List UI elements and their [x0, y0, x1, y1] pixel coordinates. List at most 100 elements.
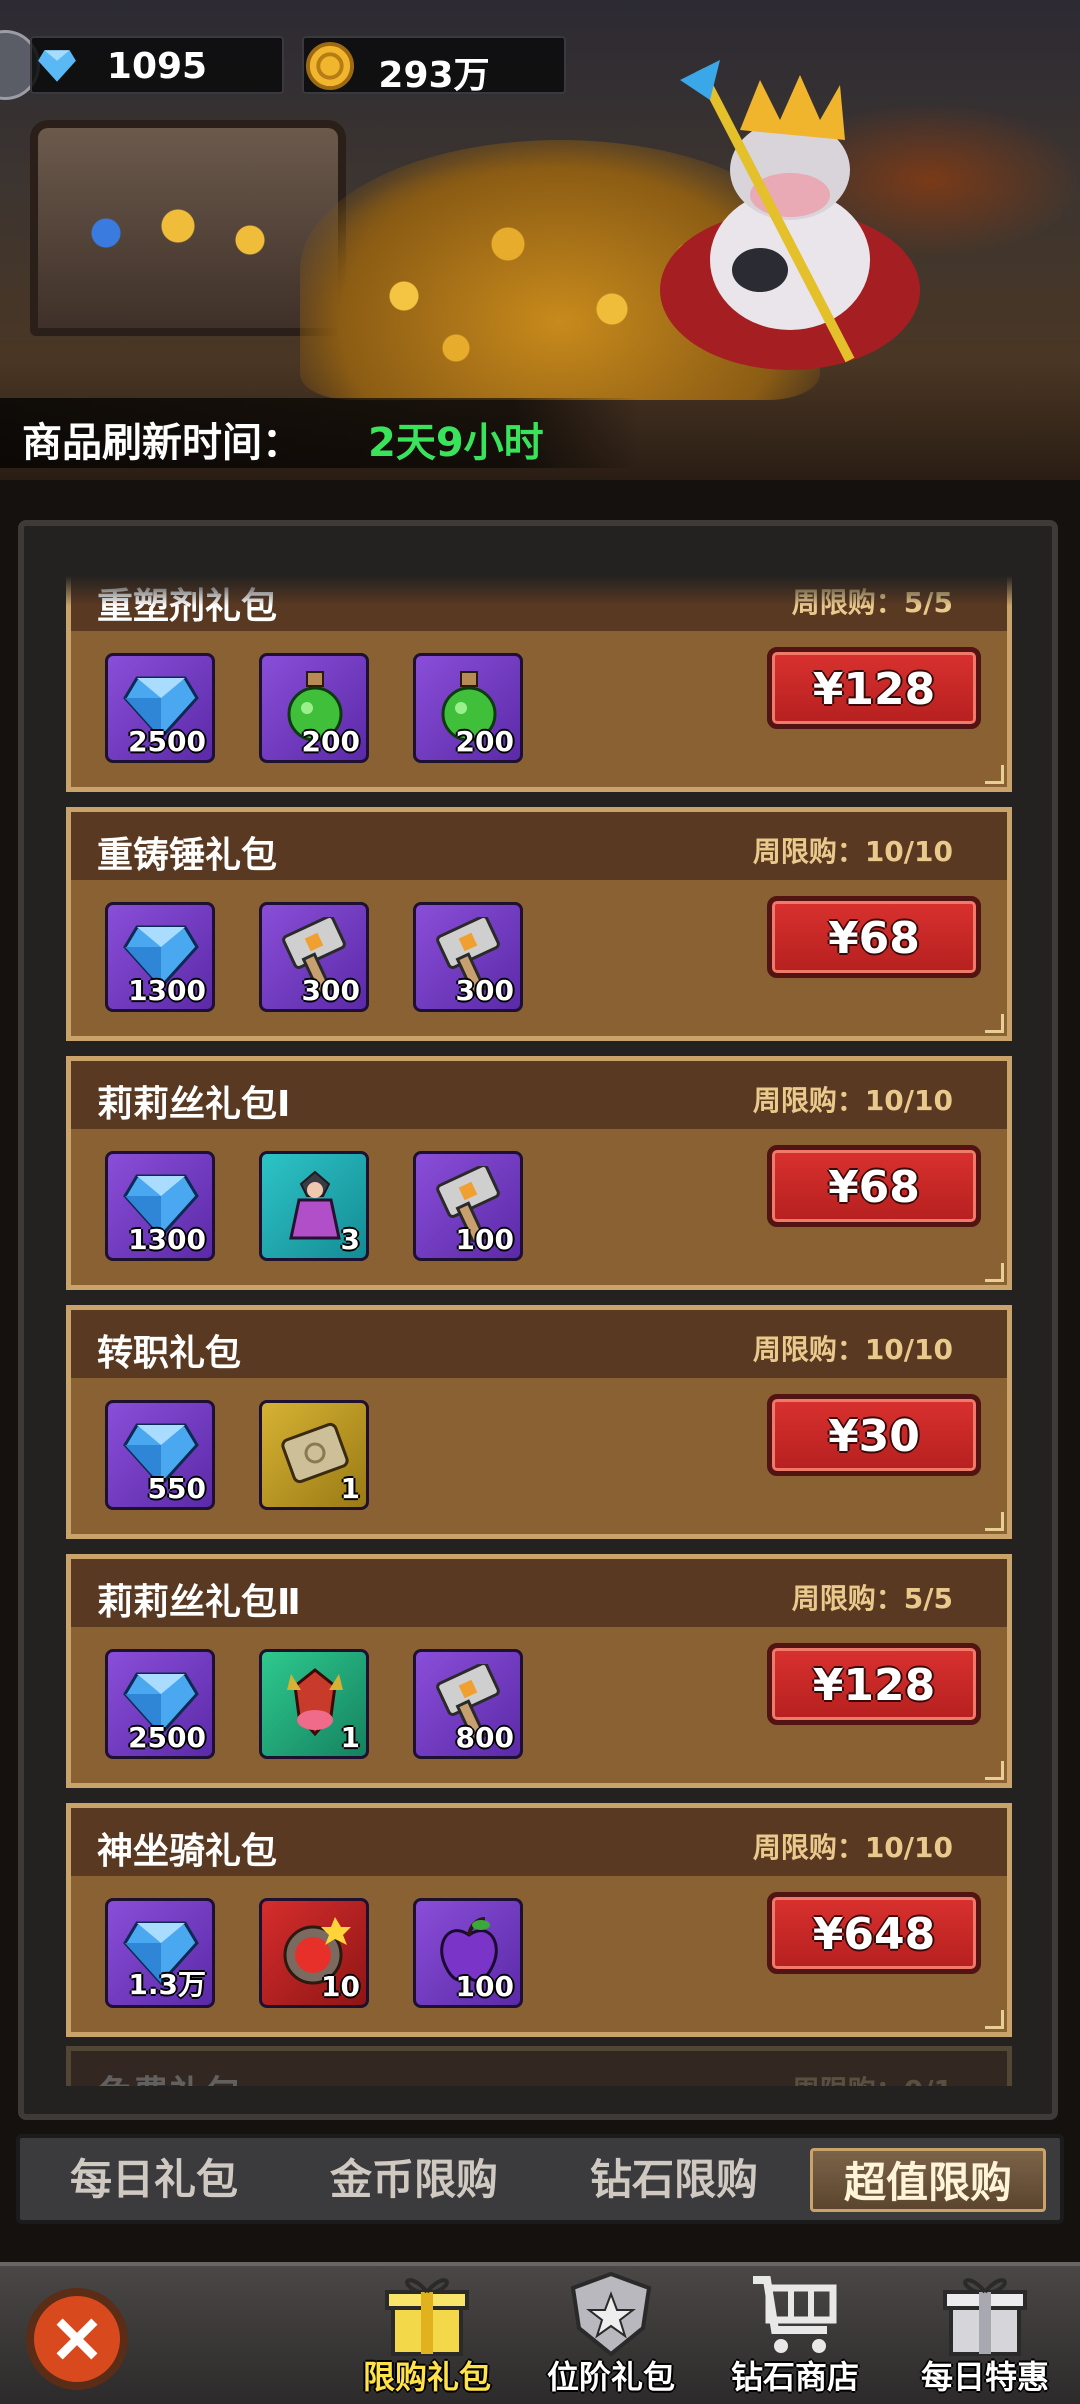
- pack-title: 转职礼包: [97, 1333, 242, 1374]
- item-count: 300: [301, 974, 360, 1007]
- reward-item[interactable]: 1300: [105, 1151, 215, 1261]
- pack-card: 神坐骑礼包 周限购：10/10 1.3万 10 100 ¥648: [66, 1803, 1012, 2037]
- reward-item[interactable]: 550: [105, 1400, 215, 1510]
- reward-item[interactable]: 200: [413, 653, 523, 763]
- pack-title: 神坐骑礼包: [97, 1831, 278, 1872]
- pack-title: 莉莉丝礼包I: [97, 1084, 291, 1125]
- daily-gift-icon: [943, 2278, 1027, 2356]
- diamond-balance: 1095: [30, 36, 284, 94]
- pack-card: 莉莉丝礼包I 周限购：10/10 1300 3 100 ¥68: [66, 1056, 1012, 1290]
- pack-limit: 周限购：10/10: [752, 1084, 953, 1117]
- home-button[interactable]: [26, 2288, 128, 2390]
- tab-gold-limited[interactable]: 金币限购: [302, 2148, 526, 2212]
- pack-limit: 周限购：10/10: [752, 1831, 953, 1864]
- pack-header: 重铸锤礼包 周限购：10/10: [71, 812, 1007, 880]
- item-count: 300: [455, 974, 514, 1007]
- item-count: 3: [340, 1223, 360, 1256]
- gift-box-icon: [385, 2278, 469, 2356]
- price-label: ¥128: [812, 1660, 936, 1711]
- reward-item[interactable]: 300: [259, 902, 369, 1012]
- price-label: ¥648: [812, 1909, 936, 1960]
- item-count: 1: [340, 1472, 360, 1505]
- pack-title: 莉莉丝礼包Ⅱ: [97, 1582, 301, 1623]
- crossed-swords-icon: [56, 2318, 98, 2360]
- price-label: ¥68: [828, 913, 920, 964]
- price-label: ¥30: [828, 1411, 920, 1462]
- refresh-label: 商品刷新时间：: [22, 420, 302, 466]
- buy-price-button[interactable]: ¥68: [767, 1145, 981, 1227]
- item-count: 1300: [128, 974, 206, 1007]
- cow-king-mascot-art: [660, 60, 920, 370]
- pack-limit: 周限购：10/10: [752, 835, 953, 868]
- nav-label: 限购礼包: [362, 2358, 491, 2396]
- refresh-timer-bar: 商品刷新时间： 2天9小时: [0, 398, 640, 468]
- reward-item[interactable]: 300: [413, 902, 523, 1012]
- shopping-cart-icon: [753, 2276, 837, 2353]
- nav-diamond-shop[interactable]: 钻石商店: [720, 2266, 870, 2404]
- pack-title: 重铸锤礼包: [97, 835, 278, 876]
- item-count: 100: [455, 1970, 514, 2003]
- refresh-countdown: 2天9小时: [368, 420, 544, 466]
- item-count: 2500: [128, 725, 206, 758]
- reward-item[interactable]: 1.3万: [105, 1898, 215, 2008]
- nav-label: 位阶礼包: [546, 2358, 675, 2396]
- buy-price-button[interactable]: ¥68: [767, 896, 981, 978]
- buy-price-button[interactable]: ¥128: [767, 1643, 981, 1725]
- diamond-count: 1095: [106, 46, 208, 87]
- reward-item[interactable]: 100: [413, 1151, 523, 1261]
- reward-item[interactable]: 1: [259, 1400, 369, 1510]
- item-count: 2500: [128, 1721, 206, 1754]
- item-count: 1.3万: [128, 1968, 206, 2001]
- pack-card: 转职礼包 周限购：10/10 550 1 ¥30: [66, 1305, 1012, 1539]
- bottom-navigation: 限购礼包 位阶礼包 钻石商店 每日特惠: [0, 2262, 1080, 2404]
- price-label: ¥128: [812, 664, 936, 715]
- pack-header: 转职礼包 周限购：10/10: [71, 1310, 1007, 1378]
- pack-card: 莉莉丝礼包Ⅱ 周限购：5/5 2500 1 800 ¥128: [66, 1554, 1012, 1788]
- reward-item[interactable]: 100: [413, 1898, 523, 2008]
- pack-limit: 周限购：10/10: [752, 1333, 953, 1366]
- buy-price-button[interactable]: ¥648: [767, 1892, 981, 1974]
- reward-item[interactable]: 10: [259, 1898, 369, 2008]
- reward-item[interactable]: 2500: [105, 1649, 215, 1759]
- item-count: 100: [455, 1223, 514, 1256]
- pack-header: 莉莉丝礼包I 周限购：10/10: [71, 1061, 1007, 1129]
- item-count: 800: [455, 1721, 514, 1754]
- nav-rank-pack[interactable]: 位阶礼包: [536, 2266, 686, 2404]
- nav-label: 每日特惠: [920, 2358, 1049, 2396]
- item-count: 1300: [128, 1223, 206, 1256]
- scroll-fade: [46, 576, 1012, 606]
- gold-balance: 293万: [302, 36, 566, 96]
- rank-shield-icon: [570, 2271, 652, 2357]
- buy-price-button[interactable]: ¥30: [767, 1394, 981, 1476]
- pack-limit: 周限购：0/1: [792, 2069, 953, 2086]
- nav-daily-deal[interactable]: 每日特惠: [910, 2266, 1060, 2404]
- gold-count: 293万: [378, 55, 490, 96]
- item-count: 550: [147, 1472, 206, 1505]
- item-count: 200: [301, 725, 360, 758]
- tab-daily-pack[interactable]: 每日礼包: [42, 2148, 266, 2212]
- pack-header: 莉莉丝礼包Ⅱ 周限购：5/5: [71, 1559, 1007, 1627]
- item-count: 1: [340, 1721, 360, 1754]
- treasure-chest-art: [30, 120, 346, 336]
- reward-item[interactable]: 1: [259, 1649, 369, 1759]
- nav-label: 钻石商店: [730, 2358, 859, 2396]
- item-count: 10: [321, 1970, 360, 2003]
- pack-title: 免费礼包: [97, 2065, 241, 2086]
- item-count: 200: [455, 725, 514, 758]
- nav-limited-pack[interactable]: 限购礼包: [352, 2266, 502, 2404]
- shop-tab-bar: 每日礼包 金币限购 钻石限购 超值限购: [16, 2134, 1064, 2224]
- pack-limit: 周限购：5/5: [791, 1582, 953, 1615]
- reward-item[interactable]: 1300: [105, 902, 215, 1012]
- tab-diamond-limited[interactable]: 钻石限购: [562, 2148, 786, 2212]
- pack-list[interactable]: 重塑剂礼包周限购：5/52500200200¥128重铸锤礼包周限购：10/10…: [46, 576, 1012, 2086]
- reward-item[interactable]: 200: [259, 653, 369, 763]
- buy-price-button[interactable]: ¥128: [767, 647, 981, 729]
- reward-item[interactable]: 800: [413, 1649, 523, 1759]
- pack-card: 重铸锤礼包 周限购：10/10 1300 300 300 ¥68: [66, 807, 1012, 1041]
- pack-card: 重塑剂礼包周限购：5/52500200200¥128: [66, 576, 1012, 792]
- pack-card-partial: 免费礼包 周限购：0/1: [66, 2046, 1012, 2086]
- reward-item[interactable]: 3: [259, 1151, 369, 1261]
- reward-item[interactable]: 2500: [105, 653, 215, 763]
- shop-banner: 1095 293万 商品刷新时间： 2天9小时: [0, 0, 1080, 480]
- tab-value-limited[interactable]: 超值限购: [810, 2148, 1046, 2212]
